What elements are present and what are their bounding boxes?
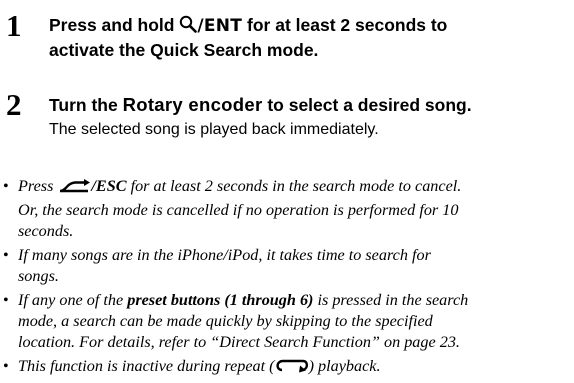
step-instruction: Turn the Rotary encoder to select a desi…: [49, 94, 472, 138]
preset-buttons-label: preset buttons (1 through 6): [127, 291, 314, 309]
notes-list: • Press /ESC for at least 2 seconds in t…: [0, 176, 574, 383]
note-item: • This function is inactive during repea…: [0, 356, 574, 380]
note-item: • Press /ESC for at least 2 seconds in t…: [3, 177, 462, 240]
step-number: 2: [6, 87, 22, 122]
bullet: •: [3, 246, 9, 264]
step-instruction: Press and hold /ENT for at least 2 secon…: [49, 15, 448, 60]
note-item: • If many songs are in the iPhone/iPod, …: [3, 246, 431, 285]
bullet: •: [3, 357, 9, 375]
back-arrow-icon: [57, 178, 91, 200]
step-subtext: The selected song is played back immedia…: [49, 121, 379, 138]
note-item: • If any one of the preset buttons (1 th…: [3, 291, 469, 351]
search-icon: [179, 15, 198, 39]
esc-key-label: /ESC: [91, 177, 127, 195]
step-number: 1: [6, 8, 22, 43]
bullet: •: [3, 177, 9, 195]
repeat-icon: [275, 358, 309, 380]
rotary-encoder-label: Rotary encoder: [122, 94, 263, 115]
ent-key-label: /ENT: [197, 16, 243, 36]
bullet: •: [3, 291, 9, 309]
